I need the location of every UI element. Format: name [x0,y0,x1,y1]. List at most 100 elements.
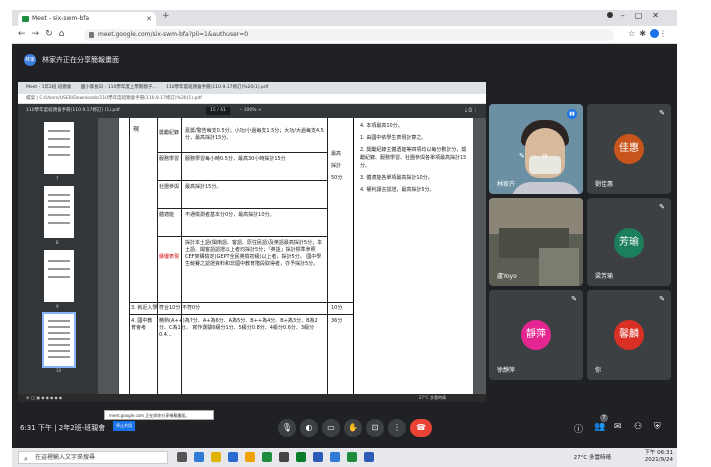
present-button[interactable]: ⊡ [366,419,384,437]
participant-name: 你 [595,367,602,374]
pdf-toolbar: 110學年度班親會手冊(110.9.17修訂) (1).pdf 15 / 41 … [18,104,486,118]
store-icon[interactable] [228,452,238,462]
thumb-number: 9 [56,304,59,309]
lock-host-icon[interactable]: ⛨ [654,422,661,432]
camera-button[interactable]: ◐ [300,419,318,437]
row4-text: 精熟(A++)為7分、A+為6分、A為5分、B++為4分、B+為3分、B為2分、… [159,318,318,338]
back-icon[interactable]: ← [18,29,32,39]
row-label: 績優表現 [159,254,180,260]
bookmark-star-icon[interactable]: ☆ [628,29,639,38]
new-tab-icon[interactable]: + [162,11,170,21]
participant-name: 徐靜萍 [497,367,516,374]
chrome-icon[interactable] [347,452,357,462]
address-bar[interactable]: meet.google.com/six-swm-bfa?pli=1&authus… [84,29,614,41]
pdf-thumbnail-selected [42,312,76,368]
mute-icon[interactable]: ⊖ [542,152,553,160]
search-icon: ⌕ [24,455,28,463]
participant-avatar: 佳惠 [614,134,644,164]
app-icon[interactable] [364,452,374,462]
edge-icon[interactable] [194,452,204,462]
taskbar-clock[interactable]: 下午 06:31 2021/9/24 [644,450,673,464]
pdf-zoom: – 100% + [240,108,262,113]
app-icon[interactable] [296,452,306,462]
minimize-icon[interactable]: – [621,11,635,20]
shared-address-bar: 檔案 | C:/Users/USER/Downloads/110學年度班親會手冊… [18,94,486,104]
activities-icon[interactable]: ⚇ [634,422,642,432]
pdf-right-column: 4. 本項最高10分。 1. 由國中依學生表現計算之。 2. 獎勵紀錄主體透能等… [353,118,473,394]
meeting-code: 2年2班-班親會 [58,424,106,432]
presenter-avatar: 林家 [24,54,36,66]
browser-tab-meet[interactable]: Meet - six-swm-bfa ✕ [18,12,156,26]
mic-off-icon: ✎ [659,295,665,303]
row4-label: 4. 國中教育會考 [131,318,153,331]
meet-window: 林家 林家卉正在分享簡報畫面 Meet - 1年2班 班親會 國小家長日 - 1… [12,44,677,448]
people-icon[interactable]: 👥 [594,422,605,432]
row3-text: 符合10分 不符0分 [159,305,201,311]
lock-icon [89,32,94,38]
tab-title: Meet - six-swm-bfa [32,15,90,22]
presenting-text: 林家卉正在分享簡報畫面 [42,56,119,64]
taskbar-search[interactable]: ⌕ 在這裡輸入文字來搜尋 [18,451,168,464]
options-icon[interactable]: ⋯ [530,152,542,160]
app-icon[interactable] [245,452,255,462]
table-section-label: 現 [133,126,140,133]
forward-icon[interactable]: → [32,29,46,39]
chrome-icon[interactable] [262,452,272,462]
shared-screen[interactable]: Meet - 1年2班 班親會 國小家長日 - 110學年度上學期親子... 1… [18,82,486,431]
mic-button[interactable]: 🎙 [278,419,296,437]
reload-icon[interactable]: ↻ [45,29,59,39]
row-text: 嘉獎/警告每支0.5分；小功/小過每支1.5分；大功/大過每支4.5分，最高採計… [185,128,324,141]
extensions-icon[interactable]: ✱ [639,29,650,38]
record-indicator-icon [606,12,613,18]
clock-time: 下午 06:31 [644,450,673,456]
right-col-line: 1. 由國中依學生表現計算之。 [360,135,427,141]
participants-count-badge: 7 [600,414,608,422]
app-icon[interactable] [279,452,289,462]
raise-hand-button[interactable]: ✋ [344,419,362,437]
menu-icon[interactable]: ⋮ [659,29,671,38]
screen: Meet - six-swm-bfa ✕ + –▢✕ ←→↻⌂ meet.goo… [0,0,711,467]
side-column-text: 最高採計50分 [331,151,343,181]
close-tab-icon[interactable]: ✕ [146,12,152,26]
home-icon[interactable]: ⌂ [59,29,71,39]
pdf-thumbnails: 7 8 9 10 [18,118,98,394]
nav-buttons: ←→↻⌂ [18,29,70,39]
window-controls: –▢✕ [606,11,669,20]
weather-widget[interactable]: 27°C 多雲時晴 [574,453,611,461]
tile-overlay-controls: ✎⋯⊖ [519,152,553,160]
participant-name: 林家卉 [497,181,516,188]
pdf-actions-icon: ⤓ ⎙ ⋮ [465,108,478,113]
task-view-icon[interactable] [177,452,187,462]
edge-icon[interactable] [330,452,340,462]
participant-tile[interactable]: ✎ 佳惠 劉佳惠 [587,104,671,194]
participant-tile[interactable]: ✎ 靜萍 徐靜萍 [489,290,583,380]
windows-taskbar: ⌕ 在這裡輸入文字來搜尋 27°C 多雲時晴 下午 06:31 2021/9/2… [12,448,677,467]
thumb-number: 8 [56,240,59,245]
close-window-icon[interactable]: ✕ [652,11,669,20]
speaking-indicator-icon: ▮▮ [567,109,577,119]
file-explorer-icon[interactable] [211,452,221,462]
browser-toolbar: ←→↻⌂ meet.google.com/six-swm-bfa?pli=1&a… [12,26,677,44]
participant-tile[interactable]: ✎ 芳瑜 梁芳瑜 [587,198,671,286]
row-label: 體適能 [159,212,175,218]
participant-tile-self[interactable]: ✎ 馨麟 你 [587,290,671,380]
info-icon[interactable]: ⓘ [574,422,583,435]
maximize-icon[interactable]: ▢ [635,11,653,20]
chat-icon[interactable]: ✉ [614,422,622,432]
end-call-button[interactable]: ☎ [410,419,432,437]
participant-avatar: 芳瑜 [614,228,644,258]
row-label: 獎勵紀錄 [159,130,180,136]
thumb-number: 10 [56,368,62,373]
pdf-thumbnail [44,122,74,174]
participant-name: 梁芳瑜 [595,273,614,280]
word-icon[interactable] [313,452,323,462]
pin-icon[interactable]: ✎ [519,152,530,160]
participant-tile[interactable]: 盧Yoyo [489,198,583,286]
more-options-button[interactable]: ⋮ [388,419,406,437]
right-col-line: 4. 本項最高10分。 [360,123,403,129]
shared-taskbar-icons: ⊞ ◯ ▣ ◆ ◆ ◆ ◆ ◆ [26,395,62,400]
row-text: 不通檢測者基本分0分，最高採計10分。 [185,212,275,218]
captions-button[interactable]: ▭ [322,419,340,437]
participant-tile[interactable]: ▮▮ ✎⋯⊖ 林家卉 [489,104,583,194]
profile-avatar-icon[interactable] [650,29,659,38]
